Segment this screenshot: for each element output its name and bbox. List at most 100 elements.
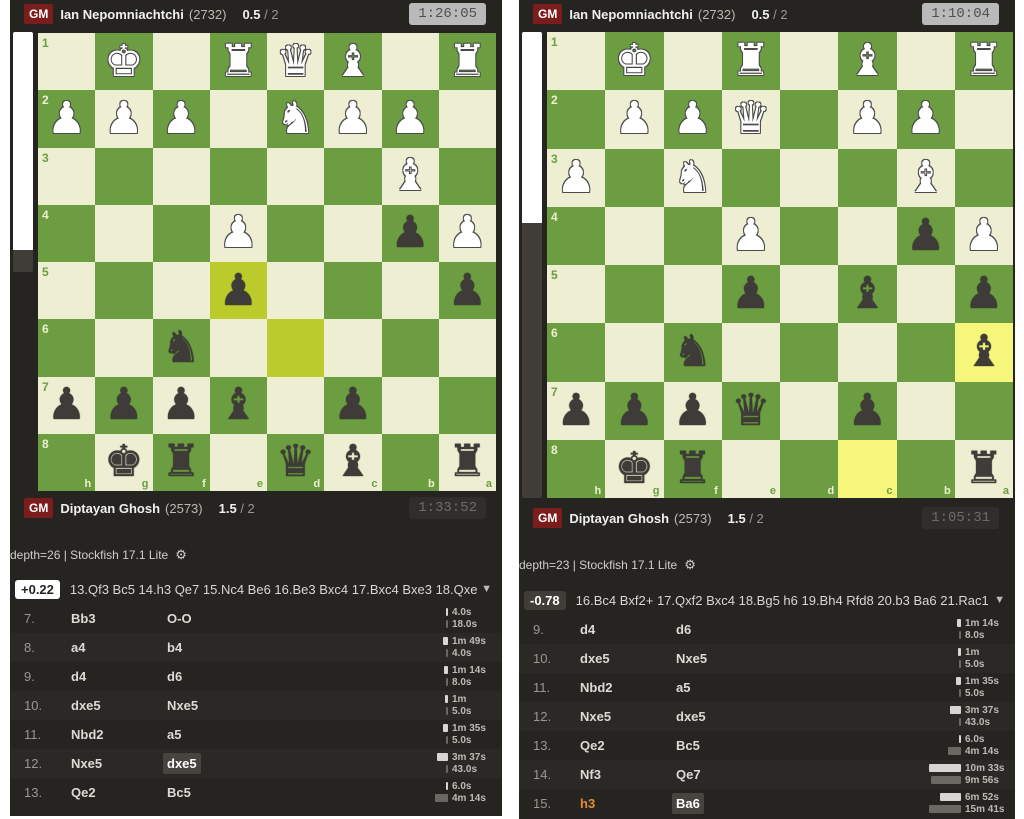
- black-king-icon[interactable]: ♚: [615, 446, 654, 491]
- board-square-f3[interactable]: [152, 147, 210, 205]
- board-square-d1[interactable]: ♛: [267, 33, 325, 91]
- board-square-a3[interactable]: [438, 147, 496, 205]
- player-name[interactable]: Ian Nepomniachtchi: [60, 7, 184, 22]
- black-move[interactable]: Nxe5: [676, 651, 707, 666]
- white-bishop-icon[interactable]: ♝: [333, 39, 372, 84]
- white-move[interactable]: Nbd2: [71, 727, 104, 742]
- chevron-down-icon[interactable]: ▼: [994, 594, 1005, 606]
- board-square-b1[interactable]: [896, 32, 955, 91]
- board-square-c2[interactable]: ♟: [838, 90, 897, 149]
- board-square-h7[interactable]: 7 ♟: [547, 381, 606, 440]
- white-king-icon[interactable]: ♚: [104, 39, 143, 84]
- white-move[interactable]: Nbd2: [580, 680, 613, 695]
- board-square-e6[interactable]: [721, 323, 780, 382]
- board-square-g4[interactable]: [95, 204, 153, 262]
- board-square-g7[interactable]: ♟: [95, 376, 153, 434]
- white-move[interactable]: d4: [580, 622, 595, 637]
- chess-board[interactable]: 1 ♚ ♜ ♛ ♝ ♜ 2 ♟ ♟ ♟ ♞ ♟ ♟ 3 ♝ 4 ♟ ♟ ♟ 5 ♟ ♟ 6 ♞ 7 ♟ ♟ ♟ ♝ ♟ 8 h g ♚ f ♜ e d ♛ c…: [38, 33, 496, 491]
- white-bishop-icon[interactable]: ♝: [906, 155, 945, 200]
- board-square-h3[interactable]: 3 ♟: [547, 148, 606, 207]
- board-square-h4[interactable]: 4: [38, 204, 96, 262]
- board-square-h8[interactable]: 8h: [38, 433, 96, 491]
- white-move[interactable]: dxe5: [580, 651, 610, 666]
- board-square-a8[interactable]: a ♜: [438, 433, 496, 491]
- board-square-g5[interactable]: [95, 262, 153, 320]
- board-square-g7[interactable]: ♟: [605, 381, 664, 440]
- board-square-h1[interactable]: 1: [38, 33, 96, 91]
- white-pawn-icon[interactable]: ♟: [906, 97, 945, 141]
- black-rook-icon[interactable]: ♜: [964, 446, 1003, 491]
- board-square-d7[interactable]: [780, 381, 839, 440]
- white-king-icon[interactable]: ♚: [615, 39, 654, 83]
- board-square-f1[interactable]: [152, 33, 210, 91]
- board-square-a1[interactable]: ♜: [438, 33, 496, 91]
- white-bishop-icon[interactable]: ♝: [390, 154, 429, 198]
- board-square-f2[interactable]: ♟: [663, 90, 722, 149]
- white-rook-icon[interactable]: ♜: [448, 39, 487, 84]
- black-queen-icon[interactable]: ♛: [276, 440, 315, 484]
- board-square-g3[interactable]: [95, 147, 153, 205]
- board-square-a5[interactable]: ♟: [954, 265, 1013, 324]
- black-pawn-icon[interactable]: ♟: [448, 268, 487, 313]
- white-move[interactable]: dxe5: [71, 698, 101, 713]
- black-bishop-icon[interactable]: ♝: [333, 440, 372, 484]
- black-move[interactable]: Nxe5: [167, 698, 198, 713]
- black-king-icon[interactable]: ♚: [104, 440, 143, 484]
- board-square-c4[interactable]: [838, 206, 897, 265]
- board-square-b4[interactable]: ♟: [381, 204, 439, 262]
- board-square-h5[interactable]: 5: [547, 265, 606, 324]
- white-pawn-icon[interactable]: ♟: [47, 96, 86, 141]
- white-pawn-icon[interactable]: ♟: [161, 96, 200, 141]
- white-pawn-icon[interactable]: ♟: [615, 97, 654, 141]
- board-square-b3[interactable]: ♝: [381, 147, 439, 205]
- black-knight-icon[interactable]: ♞: [673, 330, 712, 374]
- white-pawn-icon[interactable]: ♟: [333, 96, 372, 141]
- board-square-d5[interactable]: [780, 265, 839, 324]
- board-square-a8[interactable]: a ♜: [954, 439, 1013, 498]
- black-pawn-icon[interactable]: ♟: [161, 383, 200, 427]
- black-move[interactable]: dxe5: [676, 709, 706, 724]
- black-rook-icon[interactable]: ♜: [161, 440, 200, 484]
- board-square-a1[interactable]: ♜: [954, 32, 1013, 91]
- white-pawn-icon[interactable]: ♟: [219, 211, 258, 255]
- white-knight-icon[interactable]: ♞: [673, 155, 712, 200]
- board-square-d4[interactable]: [780, 206, 839, 265]
- board-square-e1[interactable]: ♜: [721, 32, 780, 91]
- board-square-h1[interactable]: 1: [547, 32, 606, 91]
- board-square-d5[interactable]: [267, 262, 325, 320]
- board-square-b8[interactable]: b: [896, 439, 955, 498]
- board-square-a2[interactable]: [438, 90, 496, 148]
- white-move[interactable]: Bb3: [71, 611, 96, 626]
- board-square-g8[interactable]: g ♚: [95, 433, 153, 491]
- board-square-f8[interactable]: f ♜: [663, 439, 722, 498]
- board-square-e7[interactable]: ♝: [209, 376, 267, 434]
- board-square-e8[interactable]: e: [209, 433, 267, 491]
- board-square-d8[interactable]: d: [780, 439, 839, 498]
- board-square-c6[interactable]: [838, 323, 897, 382]
- board-square-g6[interactable]: [95, 319, 153, 377]
- board-square-c4[interactable]: [324, 204, 382, 262]
- board-square-c6[interactable]: [324, 319, 382, 377]
- board-square-g5[interactable]: [605, 265, 664, 324]
- board-square-e2[interactable]: ♛: [721, 90, 780, 149]
- black-pawn-icon[interactable]: ♟: [964, 272, 1003, 316]
- black-bishop-icon[interactable]: ♝: [219, 383, 258, 427]
- board-square-g4[interactable]: [605, 206, 664, 265]
- board-square-f4[interactable]: [152, 204, 210, 262]
- white-rook-icon[interactable]: ♜: [219, 39, 258, 84]
- board-square-d6[interactable]: [780, 323, 839, 382]
- black-pawn-icon[interactable]: ♟: [848, 388, 887, 433]
- black-rook-icon[interactable]: ♜: [673, 446, 712, 491]
- board-square-e8[interactable]: e: [721, 439, 780, 498]
- white-pawn-icon[interactable]: ♟: [848, 97, 887, 141]
- white-rook-icon[interactable]: ♜: [731, 39, 770, 83]
- board-square-g1[interactable]: ♚: [605, 32, 664, 91]
- engine-pv-line[interactable]: +0.22 13.Qf3 Bc5 14.h3 Qe7 15.Nc4 Be6 16…: [10, 577, 502, 601]
- black-move[interactable]: O-O: [167, 611, 192, 626]
- board-square-c7[interactable]: ♟: [324, 376, 382, 434]
- black-move[interactable]: Qe7: [676, 767, 701, 782]
- board-square-a6[interactable]: ♝: [954, 323, 1013, 382]
- white-queen-icon[interactable]: ♛: [276, 39, 315, 84]
- board-square-h6[interactable]: 6: [547, 323, 606, 382]
- board-square-c8[interactable]: c: [838, 439, 897, 498]
